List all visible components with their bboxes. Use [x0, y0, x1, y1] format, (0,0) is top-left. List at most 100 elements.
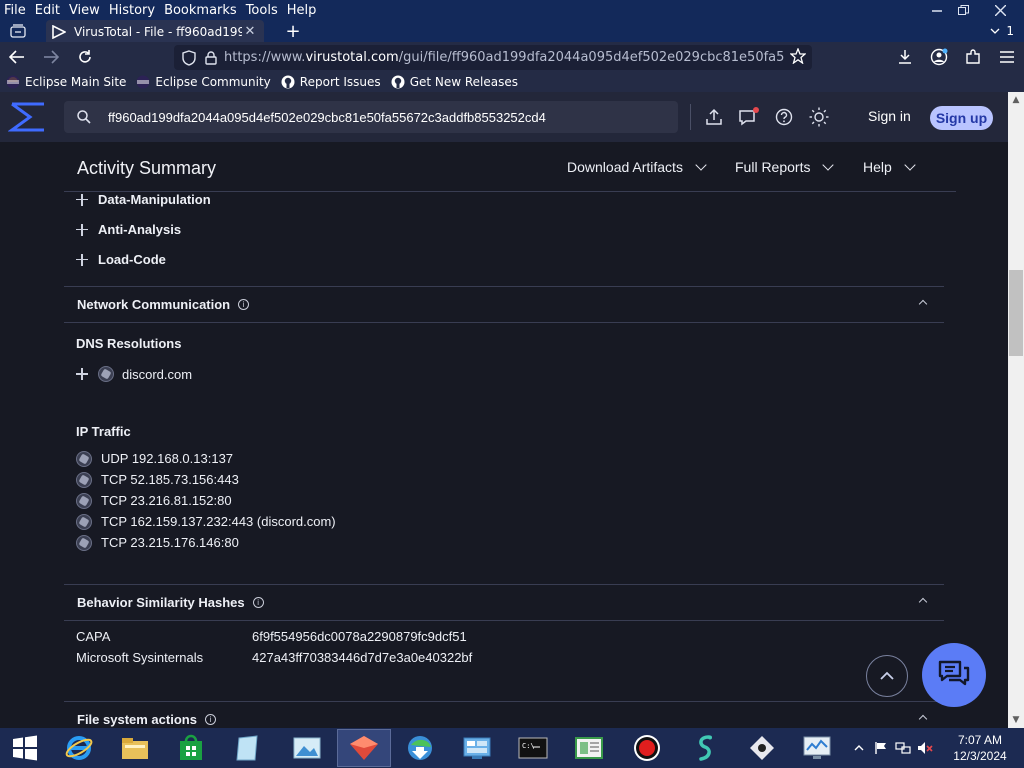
scroll-down-icon[interactable]: ▼	[1008, 712, 1024, 728]
monitor-app-icon[interactable]	[790, 729, 844, 767]
snake-app-icon[interactable]	[677, 729, 731, 767]
system-tray	[850, 728, 938, 768]
shield-icon[interactable]	[180, 49, 198, 67]
reload-button[interactable]	[68, 42, 102, 72]
page-title: Activity Summary	[77, 158, 217, 178]
bookmark-eclipse-community[interactable]: Eclipse Community	[136, 75, 271, 89]
tag-anti-analysis[interactable]: Anti-Analysis	[76, 222, 181, 237]
app-menu-button[interactable]	[990, 42, 1024, 72]
virustotal-favicon-icon	[52, 24, 67, 39]
scrollbar-thumb[interactable]	[1009, 270, 1023, 356]
extensions-button[interactable]	[956, 42, 990, 72]
back-button[interactable]	[0, 42, 34, 72]
svg-text:C:\: C:\	[522, 742, 535, 750]
virtualbox-app-icon[interactable]	[735, 729, 789, 767]
volume-muted-icon[interactable]	[916, 739, 934, 757]
eclipse-icon	[6, 75, 20, 89]
github-icon	[281, 75, 295, 89]
clock-date: 12/3/2024	[953, 749, 1007, 763]
hash-row-sysinternals: Microsoft Sysinternals 427a43ff70383446d…	[76, 650, 473, 665]
expand-plus-icon[interactable]	[76, 223, 88, 236]
tab-close-icon[interactable]: ✕	[242, 24, 258, 39]
activity-summary-header: Activity Summary Download Artifacts Full…	[64, 142, 956, 192]
windows-start-icon[interactable]	[0, 728, 50, 768]
menu-file[interactable]: File	[0, 3, 31, 18]
network-communication-header[interactable]: Network Communication i	[64, 286, 944, 323]
expand-plus-icon[interactable]	[76, 368, 88, 380]
hamburger-icon	[1000, 51, 1014, 63]
store-icon[interactable]	[164, 729, 218, 767]
bookmark-report-issues[interactable]: Report Issues	[281, 75, 381, 89]
list-item: TCP 52.185.73.156:443	[76, 469, 336, 490]
info-icon[interactable]: i	[204, 714, 216, 725]
url-text[interactable]: https://www.virustotal.com/gui/file/ff96…	[224, 50, 784, 65]
chevron-up-icon[interactable]	[918, 597, 928, 607]
control-panel-icon[interactable]	[450, 729, 504, 767]
tag-load-code[interactable]: Load-Code	[76, 252, 166, 267]
tab-list-icon[interactable]	[0, 20, 36, 42]
menu-bookmarks[interactable]: Bookmarks	[160, 3, 242, 18]
sign-up-button[interactable]: Sign up	[930, 106, 993, 130]
restore-icon[interactable]	[948, 0, 978, 20]
file-explorer-icon[interactable]	[108, 729, 162, 767]
main-content: Activity Summary Download Artifacts Full…	[0, 142, 1008, 728]
expand-plus-icon[interactable]	[76, 253, 88, 266]
menu-tools[interactable]: Tools	[242, 3, 283, 18]
chat-button[interactable]	[922, 643, 986, 707]
search-bar[interactable]	[64, 101, 678, 133]
bookmark-get-new-releases[interactable]: Get New Releases	[391, 75, 518, 89]
new-tab-icon[interactable]: +	[282, 20, 304, 42]
full-reports-menu[interactable]: Full Reports	[735, 159, 835, 175]
command-prompt-icon[interactable]: C:\	[506, 729, 560, 767]
menu-view[interactable]: View	[65, 3, 105, 18]
menu-help[interactable]: Help	[283, 3, 322, 18]
toolbox-app-icon[interactable]	[337, 729, 391, 767]
dns-row[interactable]: discord.com	[76, 366, 192, 382]
download-manager-icon[interactable]	[393, 729, 447, 767]
show-hidden-icons-icon[interactable]	[850, 739, 868, 757]
scroll-up-icon[interactable]: ▲	[1008, 92, 1024, 108]
expand-plus-icon[interactable]	[76, 193, 88, 206]
help-menu[interactable]: Help	[863, 159, 916, 175]
tag-data-manipulation[interactable]: Data-Manipulation	[76, 192, 211, 207]
taskbar-clock[interactable]: 7:07 AM 12/3/2024	[950, 732, 1010, 764]
bookmark-eclipse-main-site[interactable]: Eclipse Main Site	[6, 75, 126, 89]
dns-resolutions-title: DNS Resolutions	[76, 336, 182, 351]
internet-explorer-icon[interactable]	[52, 729, 106, 767]
url-bar[interactable]: https://www.virustotal.com/gui/file/ff96…	[174, 45, 812, 70]
forward-button[interactable]	[34, 42, 68, 72]
tab-overflow[interactable]: 1	[990, 20, 1014, 42]
menu-history[interactable]: History	[105, 3, 160, 18]
screen-recorder-icon[interactable]	[620, 729, 674, 767]
sign-in-link[interactable]: Sign in	[868, 108, 911, 124]
close-window-icon[interactable]	[980, 0, 1020, 20]
virustotal-logo-icon[interactable]	[7, 101, 48, 133]
download-artifacts-menu[interactable]: Download Artifacts	[567, 159, 707, 175]
tab-virustotal[interactable]: VirusTotal - File - ff960ad199dfa2044a09…	[46, 20, 264, 43]
search-input[interactable]	[108, 109, 666, 125]
info-icon[interactable]: i	[238, 299, 250, 310]
action-center-flag-icon[interactable]	[872, 739, 890, 757]
network-icon[interactable]	[894, 739, 912, 757]
bookmark-star-icon[interactable]	[789, 46, 807, 68]
list-item: TCP 162.159.137.232:443 (discord.com)	[76, 511, 336, 532]
theme-toggle-icon[interactable]	[807, 105, 831, 129]
document-viewer-icon[interactable]	[562, 729, 616, 767]
notepad-icon[interactable]	[220, 729, 274, 767]
downloads-button[interactable]	[888, 42, 922, 72]
notifications-icon[interactable]	[737, 105, 761, 129]
scroll-to-top-button[interactable]	[866, 655, 908, 697]
help-icon[interactable]	[772, 105, 796, 129]
photo-viewer-icon[interactable]	[280, 729, 334, 767]
chevron-up-icon[interactable]	[918, 299, 928, 309]
chevron-up-icon[interactable]	[918, 714, 928, 724]
file-system-actions-header[interactable]: File system actions i	[64, 701, 944, 728]
account-button[interactable]	[922, 42, 956, 72]
lock-icon[interactable]	[202, 49, 220, 67]
search-icon	[77, 110, 91, 124]
info-icon[interactable]: i	[252, 597, 264, 608]
behavior-hashes-header[interactable]: Behavior Similarity Hashes i	[64, 584, 944, 621]
menu-edit[interactable]: Edit	[31, 3, 65, 18]
page-scrollbar[interactable]: ▲ ▼	[1008, 92, 1024, 728]
upload-icon[interactable]	[702, 105, 726, 129]
